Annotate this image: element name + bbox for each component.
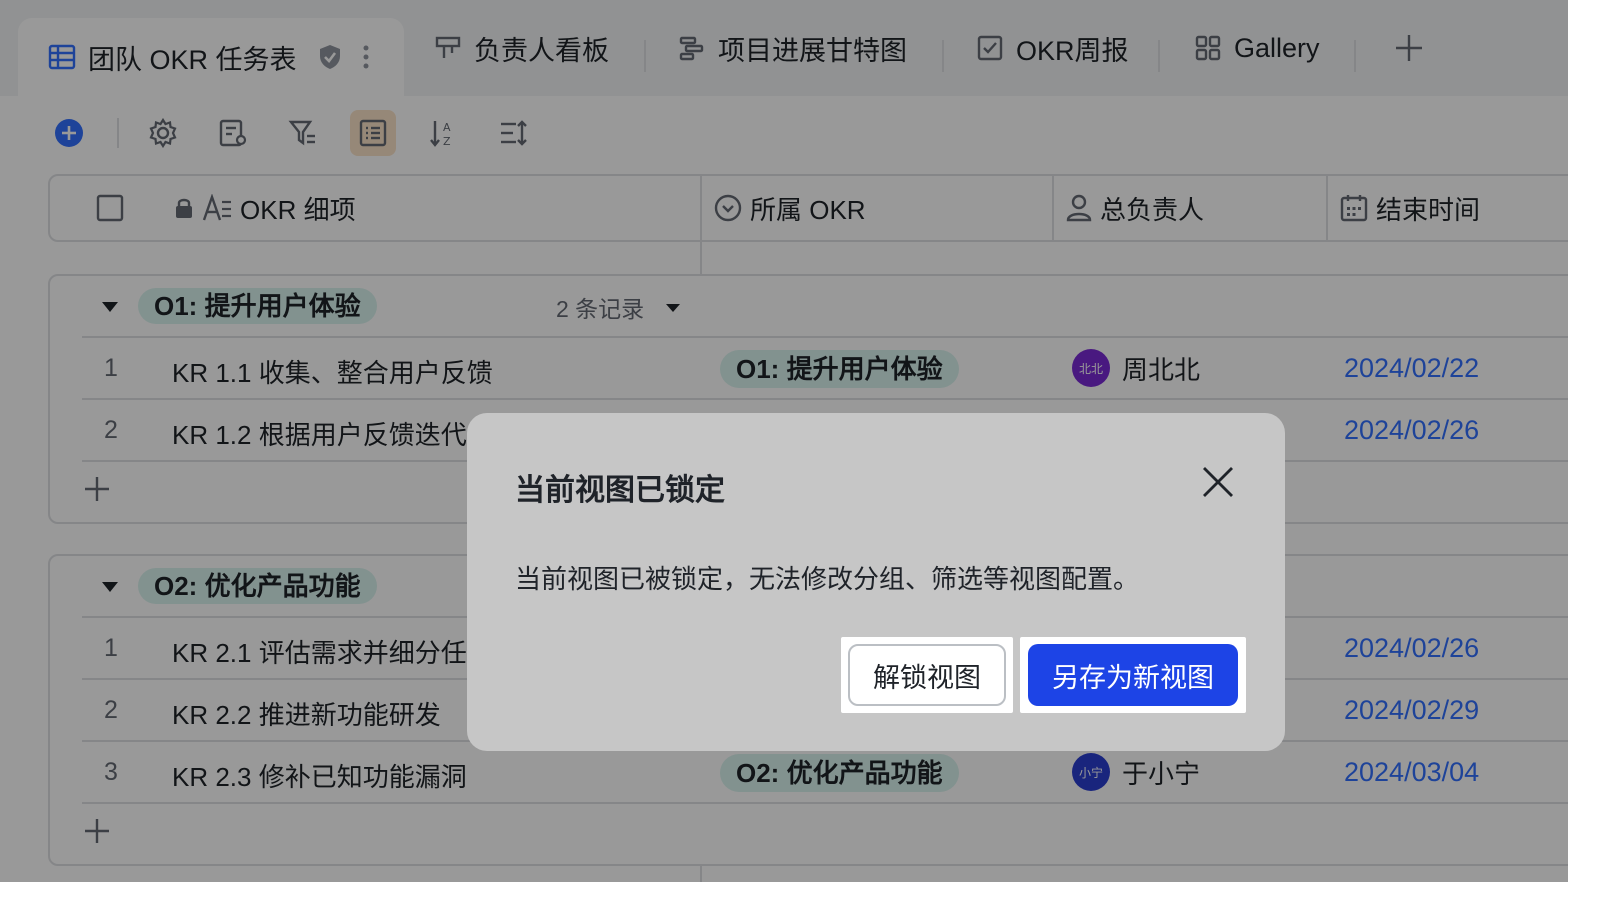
save-as-button-highlight: 另存为新视图 <box>1020 637 1246 713</box>
close-icon <box>1203 467 1233 497</box>
unlock-button-highlight: 解锁视图 <box>841 637 1013 713</box>
app-frame: 团队 OKR 任务表 负责人看板 项目进展甘特图 OKR周报 Gallery A… <box>0 0 1568 882</box>
view-locked-dialog: 当前视图已锁定 当前视图已被锁定，无法修改分组、筛选等视图配置。 解锁视图 另存… <box>467 413 1285 751</box>
save-as-new-view-button[interactable]: 另存为新视图 <box>1028 644 1238 706</box>
unlock-view-button[interactable]: 解锁视图 <box>848 644 1006 706</box>
close-button[interactable] <box>1199 463 1237 501</box>
dialog-title: 当前视图已锁定 <box>515 474 725 507</box>
dialog-message: 当前视图已被锁定，无法修改分组、筛选等视图配置。 <box>515 564 1140 594</box>
